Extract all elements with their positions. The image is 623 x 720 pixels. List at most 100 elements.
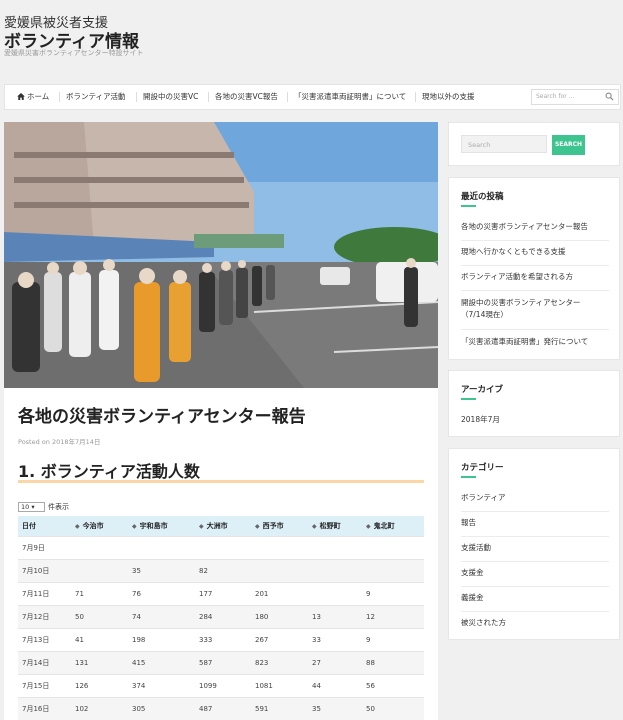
nav-divider <box>59 92 60 102</box>
categories-widget: カテゴリー ボランティア 報告 支援活動 支援金 義援金 被災された方 <box>448 448 620 640</box>
section-heading: 1. ボランティア活動人数 <box>18 462 200 481</box>
table-header-row: 日付 ◆ 今治市 ◆ 宇和島市 ◆ 大洲市 ◆ 西予市 ◆ 松野町 ◆ 鬼北町 <box>18 516 424 536</box>
table-cell: 35 <box>128 558 195 582</box>
sort-icon: ◆ <box>199 522 204 530</box>
table-cell: 267 <box>251 627 308 651</box>
table-row: 7月9日 <box>18 535 424 559</box>
sort-icon: ◆ <box>312 522 317 530</box>
table-cell: 591 <box>251 696 308 720</box>
table-cell <box>308 558 362 582</box>
table-cell: 102 <box>71 696 128 720</box>
sidebar-search-widget: Search SEARCH <box>448 122 620 166</box>
section-underline <box>18 480 424 483</box>
sort-icon: ◆ <box>255 522 260 530</box>
nav-divider <box>415 92 416 102</box>
table-cell: 27 <box>308 650 362 674</box>
sort-icon: ◆ <box>132 522 137 530</box>
table-cell: 9 <box>362 581 424 605</box>
volunteer-queue-photo <box>4 122 438 388</box>
table-row: 7月11日 71 76 177 201 9 <box>18 581 424 605</box>
col-header-date[interactable]: 日付 <box>18 516 71 536</box>
nav-divider <box>287 92 288 102</box>
table-cell: 41 <box>71 627 128 651</box>
table-cell <box>71 535 128 559</box>
nav-divider <box>208 92 209 102</box>
table-row: 7月10日 35 82 <box>18 558 424 582</box>
sort-icon: ◆ <box>75 522 80 530</box>
table-cell: 71 <box>71 581 128 605</box>
nav-item-label: ホーム <box>27 92 50 101</box>
col-header-uwajima[interactable]: ◆ 宇和島市 <box>128 516 195 536</box>
table-row: 7月15日 126 374 1099 1081 44 56 <box>18 673 424 697</box>
recent-post-link[interactable]: 「災害派遣車両証明書」発行について <box>461 330 609 355</box>
archive-list: 2018年7月 <box>461 409 609 427</box>
recent-post-link[interactable]: 開設中の災害ボランティアセンター （7/14現在） <box>461 291 609 330</box>
table-cell: 587 <box>195 650 251 674</box>
table-cell <box>251 535 308 559</box>
search-icon[interactable] <box>605 92 614 101</box>
entries-control: 10 ▾ 件表示 <box>18 502 69 512</box>
table-cell: 201 <box>251 581 308 605</box>
nav-item-home[interactable]: ホーム <box>17 85 49 109</box>
category-link[interactable]: 支援活動 <box>461 537 609 562</box>
archive-link[interactable]: 2018年7月 <box>461 409 609 427</box>
nav-item-vehicle-cert[interactable]: 「災害派遣車両証明書」について <box>294 85 406 109</box>
table-cell <box>362 535 424 559</box>
widget-title-recent: 最近の投稿 <box>461 192 504 202</box>
archive-widget: アーカイブ 2018年7月 <box>448 370 620 437</box>
col-header-matsuno[interactable]: ◆ 松野町 <box>308 516 362 536</box>
site-header: 愛媛県被災者支援 ボランティア情報 愛媛県災害ボランティアセンター特設サイト <box>0 0 623 80</box>
table-cell: 415 <box>128 650 195 674</box>
table-cell: 487 <box>195 696 251 720</box>
table-cell: 177 <box>195 581 251 605</box>
entries-select[interactable]: 10 ▾ <box>18 502 45 512</box>
nav-search-input[interactable]: Search for ... <box>531 89 619 105</box>
post-title: 各地の災害ボランティアセンター報告 <box>18 407 306 427</box>
widget-title-accent <box>461 205 476 207</box>
nav-item-vc-reports[interactable]: 各地の災害VC報告 <box>215 85 278 109</box>
widget-title-categories: カテゴリー <box>461 463 504 473</box>
home-icon <box>17 93 25 100</box>
sidebar-search-input[interactable]: Search <box>461 135 547 153</box>
recent-posts-widget: 最近の投稿 各地の災害ボランティアセンター報告 現地へ行かなくともできる支援 ボ… <box>448 177 620 360</box>
table-cell: 9 <box>362 627 424 651</box>
categories-list: ボランティア 報告 支援活動 支援金 義援金 被災された方 <box>461 487 609 637</box>
table-cell: 50 <box>71 604 128 628</box>
col-header-ozu[interactable]: ◆ 大洲市 <box>195 516 251 536</box>
nav-item-open-vc[interactable]: 開設中の災害VC <box>143 85 198 109</box>
table-body: 7月9日 7月10日 35 82 7月11日 71 76 177 201 9 7月12日 50 7… <box>18 535 424 720</box>
sidebar-search-button[interactable]: SEARCH <box>552 135 585 155</box>
table-cell <box>128 535 195 559</box>
table-cell: 1099 <box>195 673 251 697</box>
nav-item-remote-support[interactable]: 現地以外の支援 <box>422 85 475 109</box>
entries-value: 10 <box>21 503 30 511</box>
table-cell: 305 <box>128 696 195 720</box>
col-header-imabari[interactable]: ◆ 今治市 <box>71 516 128 536</box>
category-link[interactable]: ボランティア <box>461 487 609 512</box>
hero-photo <box>4 122 438 388</box>
category-link[interactable]: 被災された方 <box>461 612 609 637</box>
nav-item-volunteer[interactable]: ボランティア活動 <box>66 85 126 109</box>
widget-title-archive: アーカイブ <box>461 385 503 395</box>
category-link[interactable]: 支援金 <box>461 562 609 587</box>
sort-icon: ◆ <box>366 522 371 530</box>
recent-post-link[interactable]: ボランティア活動を希望される方 <box>461 266 609 291</box>
table-cell <box>308 581 362 605</box>
table-cell: 1081 <box>251 673 308 697</box>
table-cell: 7月13日 <box>18 627 71 651</box>
table-cell: 126 <box>71 673 128 697</box>
table-cell: 333 <box>195 627 251 651</box>
table-cell: 284 <box>195 604 251 628</box>
table-row: 7月14日 131 415 587 823 27 88 <box>18 650 424 674</box>
post-article: 各地の災害ボランティアセンター報告 Posted on 2018年7月14日 1… <box>4 122 438 720</box>
category-link[interactable]: 報告 <box>461 512 609 537</box>
table-cell: 50 <box>362 696 424 720</box>
col-header-kihoku[interactable]: ◆ 鬼北町 <box>362 516 424 536</box>
main-nav: ホーム ボランティア活動 開設中の災害VC 各地の災害VC報告 「災害派遣車両証… <box>4 84 621 110</box>
category-link[interactable]: 義援金 <box>461 587 609 612</box>
col-header-seiyo[interactable]: ◆ 西予市 <box>251 516 308 536</box>
recent-post-link[interactable]: 現地へ行かなくともできる支援 <box>461 241 609 266</box>
table-cell <box>251 558 308 582</box>
widget-title-accent <box>461 398 476 400</box>
recent-post-link[interactable]: 各地の災害ボランティアセンター報告 <box>461 216 609 241</box>
